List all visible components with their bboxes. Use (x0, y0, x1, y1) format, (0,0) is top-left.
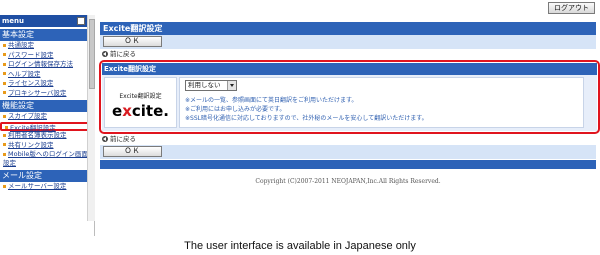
bullet-icon (3, 53, 6, 56)
note-line-3: ※SSL暗号化通信に対応しておりますので、社外秘のメールを安心して翻訳いただけま… (185, 115, 428, 122)
bullet-icon (3, 62, 6, 66)
caption-text: The user interface is available in Japan… (184, 240, 416, 252)
bullet-icon (3, 91, 6, 94)
sidebar-item-login-save[interactable]: ログイン情報保存方法 (0, 60, 94, 70)
note-line-2: ※ご利用にはお申し込みが必要です。 (185, 106, 286, 113)
usage-select-value: 利用しない (188, 81, 221, 89)
menu-label: menu (2, 17, 25, 25)
back-arrow-icon (102, 136, 108, 142)
footer-strip (100, 160, 596, 169)
copyright-text: Copyright (C)2007-2011 NEOJAPAN,Inc.All … (255, 178, 441, 185)
page-top-icon[interactable] (77, 17, 85, 25)
logout-button[interactable]: ログアウト (548, 2, 595, 14)
menu-header: menu ﾄｯ (0, 15, 94, 27)
main-content: Excite翻訳設定 ＯＫ 前に戻る Excite翻訳設定 Excite翻訳設定… (99, 22, 600, 185)
sidebar-item-license[interactable]: ライセンス設定 (0, 79, 94, 89)
top-button-row: ＯＫ (100, 35, 596, 49)
sidebar-item-excite-translation[interactable]: Excite翻訳設定 (0, 121, 92, 132)
excite-logo-cell: Excite翻訳設定 excite. (104, 77, 177, 128)
setting-content-cell: 利用しない ※メールの一覧、参照画面にて英日翻訳をご利用いただけます。 ※ご利用… (179, 77, 584, 128)
note-line-1: ※メールの一覧、参照画面にて英日翻訳をご利用いただけます。 (185, 97, 358, 104)
panel-title: Excite翻訳設定 (102, 63, 597, 75)
sidebar-item-shared-link[interactable]: 共有リンク設定 (0, 141, 94, 151)
ok-button-bottom[interactable]: ＯＫ (103, 146, 162, 157)
section-basic-settings: 基本設定 (0, 29, 94, 41)
bullet-icon (5, 126, 8, 129)
bullet-icon (3, 184, 6, 188)
settings-panel-highlight: Excite翻訳設定 Excite翻訳設定 excite. 利用しない ※メール… (99, 60, 600, 134)
sidebar: menu ﾄｯ 基本設定 共通設定 パスワード設定 ログイン情報保存方法 ヘルプ… (0, 15, 95, 236)
sidebar-item-skype[interactable]: スカイプ設定 (0, 112, 94, 122)
back-link-bottom[interactable]: 前に戻る (100, 134, 596, 145)
bullet-icon (3, 43, 6, 47)
bullet-icon (3, 143, 6, 146)
sidebar-item-mail-server[interactable]: メールサーバー設定 (0, 182, 94, 192)
scrollbar-thumb[interactable] (89, 19, 95, 89)
back-link-top[interactable]: 前に戻る (100, 49, 596, 60)
section-mail-settings: メール設定 (0, 170, 94, 182)
bottom-button-row: ＯＫ (100, 145, 596, 159)
excite-logo: excite. (112, 102, 169, 120)
page-title: Excite翻訳設定 (100, 22, 596, 35)
top-bar: ログアウト (0, 0, 600, 15)
usage-select[interactable]: 利用しない (185, 80, 237, 91)
sidebar-item-help[interactable]: ヘルプ設定 (0, 70, 94, 80)
sidebar-item-password[interactable]: パスワード設定 (0, 51, 94, 61)
bullet-icon (3, 72, 6, 75)
section-function-settings: 機能設定 (0, 100, 94, 112)
sidebar-item-proxy[interactable]: プロキシサーバ設定 (0, 89, 94, 99)
sidebar-item-mobile-login[interactable]: Mobile版へのログイン画面設定 (0, 150, 94, 168)
bullet-icon (3, 133, 6, 137)
sidebar-item-user-list[interactable]: 利用者名簿表示設定 (0, 131, 94, 141)
ok-button-top[interactable]: ＯＫ (103, 36, 162, 47)
logo-label: Excite翻訳設定 (119, 93, 162, 100)
chevron-down-icon[interactable] (227, 81, 236, 90)
sidebar-scrollbar[interactable] (87, 15, 95, 221)
bullet-icon (3, 152, 6, 156)
back-arrow-icon (102, 51, 108, 57)
bullet-icon (3, 114, 6, 118)
panel-body: Excite翻訳設定 excite. 利用しない ※メールの一覧、参照画面にて英… (102, 75, 597, 131)
bullet-icon (3, 81, 6, 85)
sidebar-item-common-settings[interactable]: 共通設定 (0, 41, 94, 51)
